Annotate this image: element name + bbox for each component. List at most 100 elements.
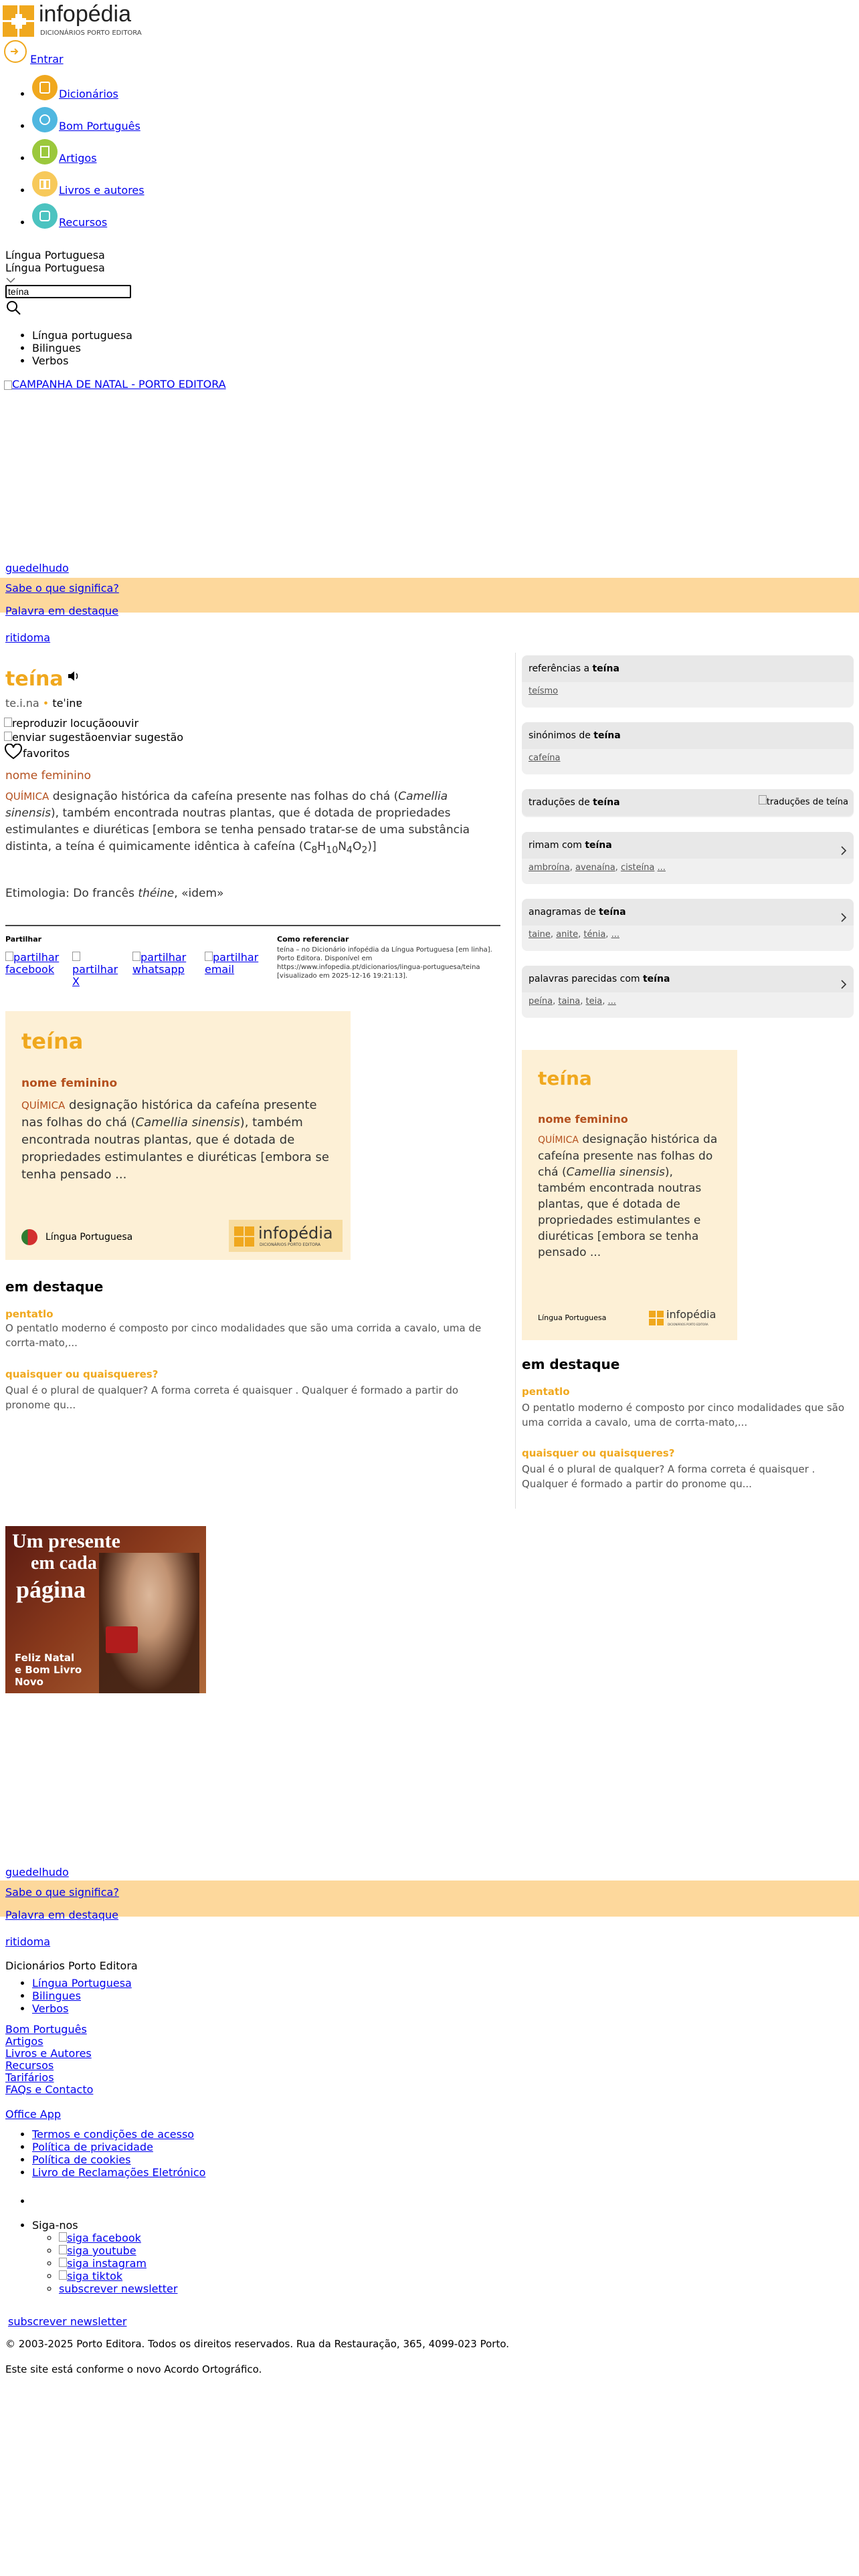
footer-link[interactable]: Termos e condições de acesso <box>32 2128 194 2141</box>
social-item[interactable]: siga instagram <box>59 2257 177 2270</box>
footer-legal-item[interactable]: Livro de Reclamações Eletrónico <box>32 2166 205 2179</box>
panel-header[interactable]: anagramas de teína <box>522 899 854 926</box>
panel-link[interactable]: avenaína <box>575 863 615 873</box>
promo-banner[interactable]: CAMPANHA DE NATAL - PORTO EDITORA <box>4 378 226 391</box>
footer-link[interactable]: Bom Português <box>5 2023 87 2036</box>
panel-header[interactable]: palavras parecidas com teína <box>522 966 854 992</box>
panel-link[interactable]: teia <box>586 996 603 1006</box>
suggest-action[interactable]: enviar sugestãoenviar sugestão <box>4 731 183 744</box>
social-item[interactable]: siga youtube <box>59 2244 177 2257</box>
panel-link[interactable]: anite <box>556 930 578 940</box>
highlight-text[interactable]: Qual é o plural de qualquer? A forma cor… <box>522 1462 854 1491</box>
highlight-title[interactable]: pentatlo <box>522 1386 570 1398</box>
favorites-action[interactable]: favoritos <box>4 743 70 760</box>
footer-dict-item[interactable]: Língua Portuguesa <box>32 1977 132 1990</box>
panel-link[interactable]: teísmo <box>529 686 558 696</box>
panel-link[interactable]: ambroína <box>529 863 570 873</box>
featured-word-link[interactable]: guedelhudo <box>5 562 69 574</box>
chevron-right-icon[interactable] <box>840 974 847 1000</box>
footer-dict-item[interactable]: Bilingues <box>32 1990 132 2002</box>
footer-link[interactable]: Recursos <box>5 2059 54 2072</box>
search-option[interactable]: Língua portuguesa <box>32 329 132 342</box>
chevron-right-icon[interactable] <box>840 840 847 867</box>
footer-link[interactable]: FAQs e Contacto <box>5 2083 93 2096</box>
featured-question-strip[interactable]: Sabe o que significa? Palavra em destaqu… <box>0 578 859 617</box>
highlight-text[interactable]: O pentatlo moderno é composto por cinco … <box>5 1321 500 1350</box>
social-item[interactable]: siga facebook <box>59 2232 177 2244</box>
nav-item-dicionarios[interactable]: Dicionários <box>32 75 145 107</box>
panel-header[interactable]: rimam com teína <box>522 832 854 859</box>
footer-link[interactable]: Verbos <box>32 2002 68 2015</box>
nav-item-artigos[interactable]: Artigos <box>32 139 145 171</box>
featured-word-link[interactable]: guedelhudo <box>5 1866 69 1879</box>
translations-panel[interactable]: traduções de teína traduções de teína <box>522 789 854 817</box>
chevron-right-icon[interactable] <box>840 907 847 934</box>
featured-word2-link[interactable]: ritidoma <box>5 631 50 644</box>
speaker-icon[interactable] <box>67 670 80 685</box>
footer-dict-item[interactable]: Verbos <box>32 2002 132 2015</box>
newsletter-link[interactable]: subscrever newsletter <box>8 2315 126 2328</box>
chevron-down-icon[interactable] <box>5 274 131 285</box>
nav-link[interactable]: Livros e autores <box>59 184 145 197</box>
audio-action[interactable]: reproduzir locuçãoouvir <box>4 717 138 730</box>
dictionary-selector[interactable]: Língua Portuguesa <box>5 249 131 261</box>
search-option[interactable]: Verbos <box>32 354 132 367</box>
highlight-title[interactable]: quaisquer ou quaisqueres? <box>522 1447 674 1459</box>
christmas-ad[interactable]: Um presente em cada página Feliz Natal e… <box>5 1526 206 1693</box>
featured-label[interactable]: Palavra em destaque <box>5 605 118 617</box>
social-item[interactable]: subscrever newsletter <box>59 2282 177 2295</box>
footer-legal-item[interactable]: Política de privacidade <box>32 2141 205 2153</box>
highlight-title[interactable]: pentatlo <box>5 1308 54 1320</box>
footer-link[interactable]: Livros e Autores <box>5 2047 92 2060</box>
footer-link[interactable]: Artigos <box>5 2035 43 2048</box>
panel-link[interactable]: taina <box>558 996 580 1006</box>
highlight-title[interactable]: quaisquer ou quaisqueres? <box>5 1368 158 1380</box>
search-option[interactable]: Bilingues <box>32 342 132 354</box>
social-link[interactable]: siga instagram <box>67 2257 147 2270</box>
panel-more[interactable]: ... <box>658 863 666 873</box>
nav-link[interactable]: Bom Português <box>59 120 140 132</box>
social-link[interactable]: subscrever newsletter <box>59 2282 177 2295</box>
nav-link[interactable]: Dicionários <box>59 88 118 100</box>
search-input[interactable] <box>5 285 131 298</box>
panel-link[interactable]: ténia <box>583 930 605 940</box>
login[interactable]: Entrar <box>4 40 64 66</box>
social-link[interactable]: siga facebook <box>67 2232 141 2244</box>
social-item[interactable]: siga tiktok <box>59 2270 177 2282</box>
highlight-text[interactable]: Qual é o plural de qualquer? A forma cor… <box>5 1383 500 1412</box>
social-link[interactable]: siga tiktok <box>67 2270 122 2282</box>
share-x[interactable]: partilhar X <box>72 952 126 988</box>
footer-link[interactable]: Bilingues <box>32 1990 81 2002</box>
footer-link[interactable]: Língua Portuguesa <box>32 1977 132 1990</box>
nav-item-bom-portugues[interactable]: Bom Português <box>32 107 145 139</box>
highlight-text[interactable]: O pentatlo moderno é composto por cinco … <box>522 1400 854 1430</box>
footer-link[interactable]: Política de privacidade <box>32 2141 153 2153</box>
nav-link[interactable]: Recursos <box>59 216 107 229</box>
nav-item-recursos[interactable]: Recursos <box>32 203 145 235</box>
panel-link[interactable]: cafeína <box>529 753 561 763</box>
panel-link[interactable]: taine <box>529 930 551 940</box>
login-link[interactable]: Entrar <box>30 53 63 66</box>
panel-more[interactable]: ... <box>607 996 615 1006</box>
featured-label[interactable]: Palavra em destaque <box>5 1909 118 1921</box>
share-whatsapp[interactable]: partilhar whatsapp <box>132 952 199 976</box>
nav-item-livros[interactable]: Livros e autores <box>32 171 145 203</box>
office-app-link[interactable]: Office App <box>5 2108 61 2121</box>
footer-link[interactable]: Política de cookies <box>32 2153 131 2166</box>
featured-question[interactable]: Sabe o que significa? <box>5 582 119 595</box>
featured-question[interactable]: Sabe o que significa? <box>5 1886 119 1899</box>
social-link[interactable]: siga youtube <box>67 2244 136 2257</box>
footer-link[interactable]: Livro de Reclamações Eletrónico <box>32 2166 205 2179</box>
share-email[interactable]: partilhar email <box>205 952 265 976</box>
audio-label[interactable]: ouvir <box>112 717 138 730</box>
suggest-label[interactable]: enviar sugestão <box>98 731 183 744</box>
promo-link[interactable]: CAMPANHA DE NATAL - PORTO EDITORA <box>12 378 226 391</box>
footer-legal-item[interactable]: Política de cookies <box>32 2153 205 2166</box>
featured-word2-link[interactable]: ritidoma <box>5 1935 50 1948</box>
logo[interactable]: infopédia DICIONÁRIOS PORTO EDITORA <box>3 1 157 37</box>
featured-question-strip[interactable]: Sabe o que significa? Palavra em destaqu… <box>0 1881 859 1921</box>
footer-legal-item[interactable]: Termos e condições de acesso <box>32 2128 205 2141</box>
footer-link[interactable]: Tarifários <box>5 2071 54 2084</box>
panel-link[interactable]: peína <box>529 996 553 1006</box>
panel-link[interactable]: cisteína <box>621 863 654 873</box>
